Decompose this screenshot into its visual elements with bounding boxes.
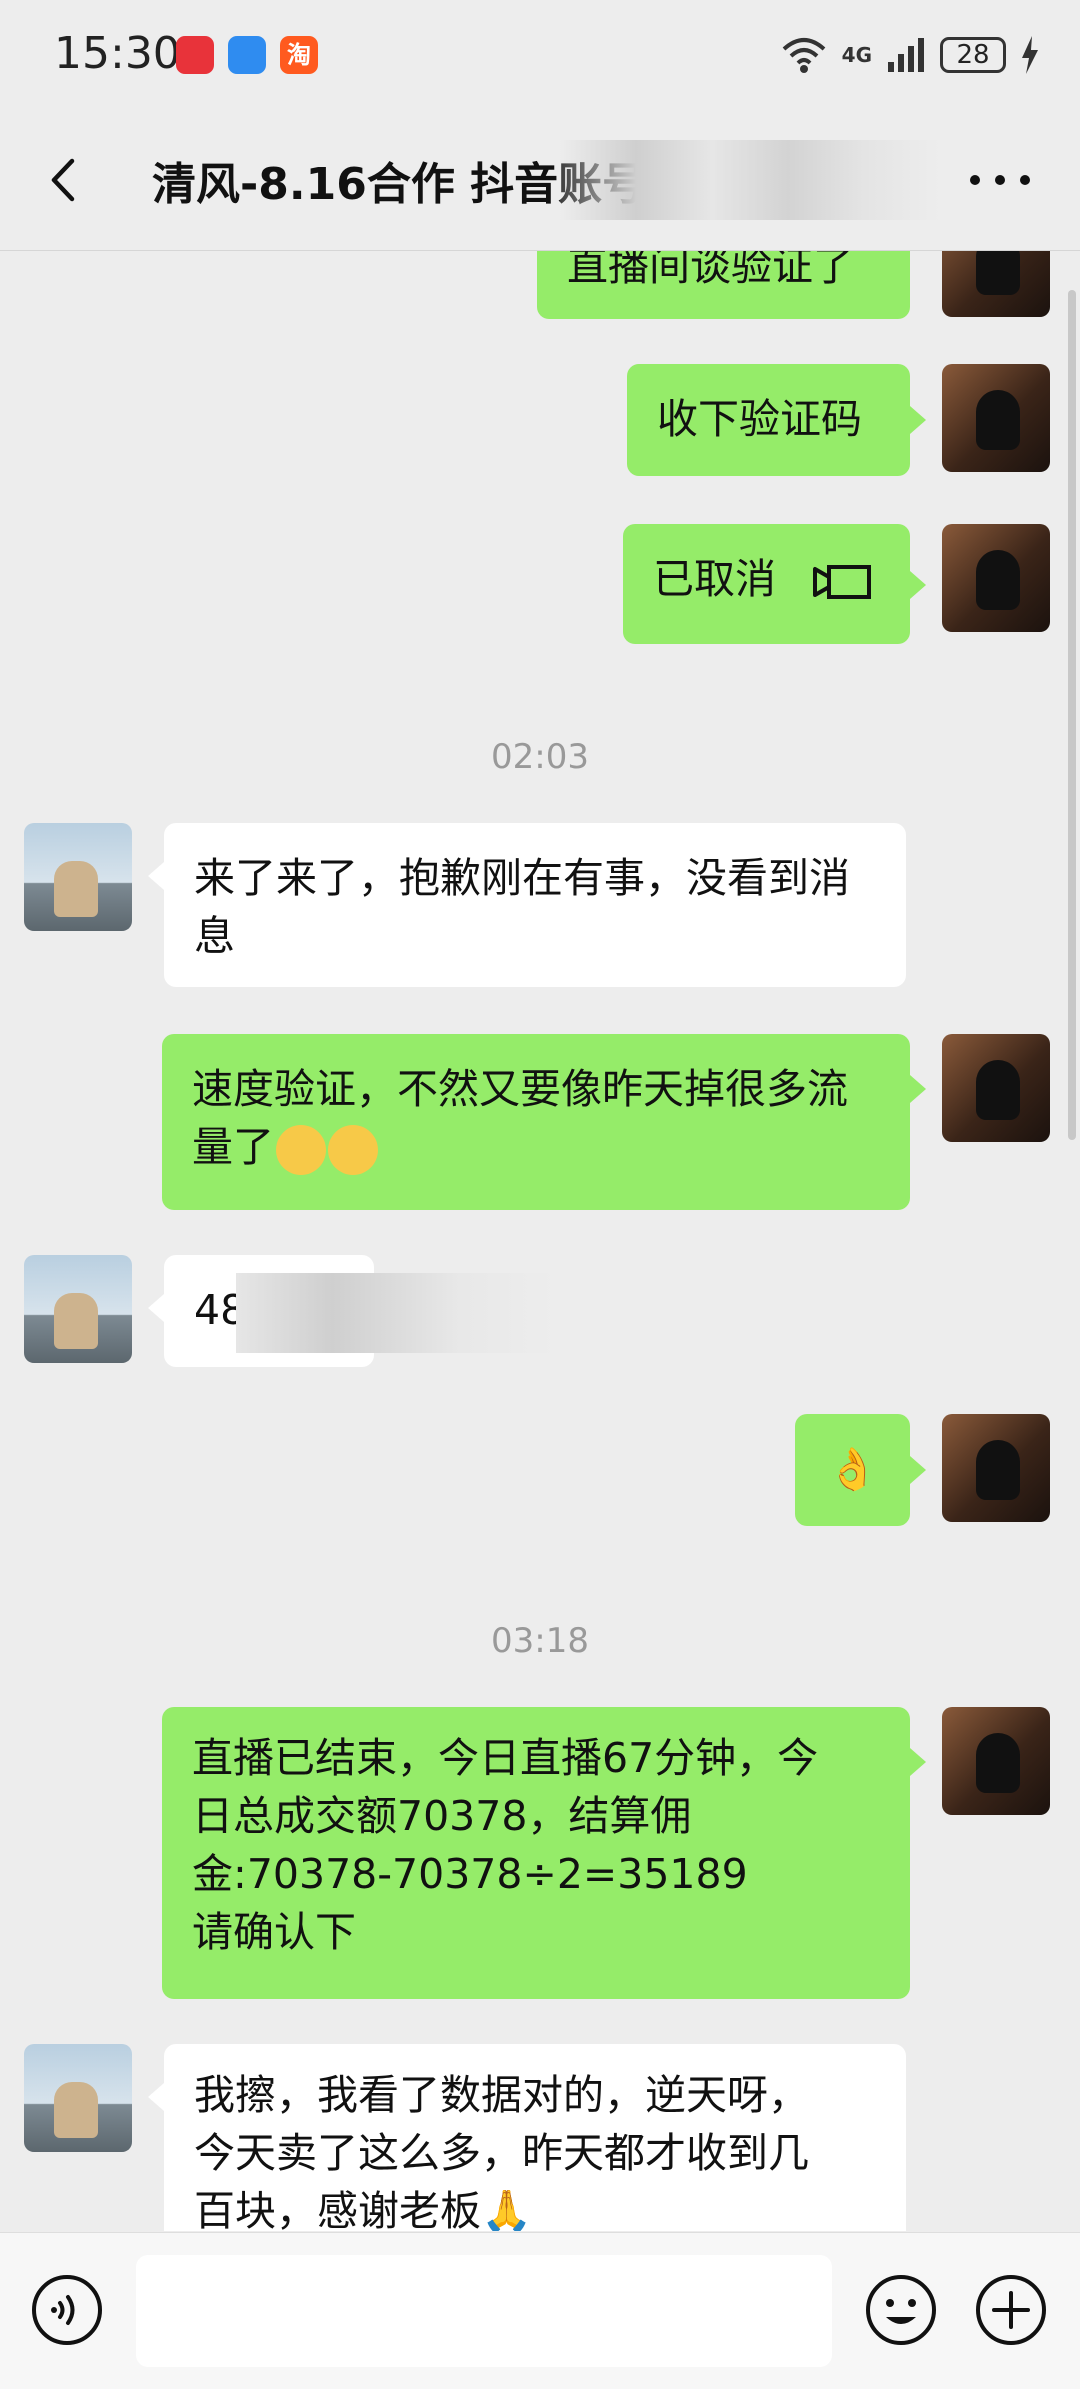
bubble-tail: [910, 406, 926, 434]
message-bubble-out[interactable]: 直播已结束，今日直播67分钟，今 日总成交额70378，结算佣 金:70378-…: [162, 1707, 910, 1999]
bubble-tail: [148, 2083, 164, 2111]
my-avatar[interactable]: [942, 1414, 1050, 1522]
smile-emoji-icon: [328, 1125, 378, 1175]
ok-hand-emoji: 👌: [826, 1445, 879, 1493]
bubble-tail: [910, 1075, 926, 1103]
my-avatar[interactable]: [942, 364, 1050, 472]
contact-avatar[interactable]: [24, 1255, 132, 1363]
wifi-icon: [782, 38, 825, 73]
message-bubble-out[interactable]: 直播间谈验证了: [537, 251, 910, 319]
message-bubble-in[interactable]: 我擦，我看了数据对的，逆天呀， 今天卖了这么多，昨天都才收到几 百块，感谢老板🙏: [164, 2044, 906, 2231]
message-text: 收下验证码: [657, 395, 862, 443]
redacted-region: [560, 140, 940, 220]
message-line: 日总成交额70378，结算佣: [192, 1792, 692, 1840]
bubble-tail: [148, 862, 164, 890]
message-line: 百块，感谢老板🙏: [194, 2187, 533, 2231]
network-type: 4G: [841, 43, 872, 67]
bubble-tail: [910, 1748, 926, 1776]
chat-messages[interactable]: 直播间谈验证了 收下验证码 已取消 02:03 来了来了，抱歉刚在有事，没看到消…: [0, 251, 1080, 2231]
message-text: 已取消: [653, 555, 776, 603]
smile-emoji-icon: [276, 1125, 326, 1175]
message-bubble-out[interactable]: 速度验证，不然又要像昨天掉很多流量了: [162, 1034, 910, 1210]
back-arrow-icon[interactable]: [40, 155, 90, 205]
my-avatar[interactable]: [942, 1707, 1050, 1815]
input-bar: [0, 2232, 1080, 2389]
emoji-icon[interactable]: [864, 2273, 938, 2347]
timestamp: 02:03: [491, 737, 589, 777]
my-avatar[interactable]: [942, 1034, 1050, 1142]
my-avatar[interactable]: [942, 251, 1050, 317]
message-input[interactable]: [136, 2255, 832, 2367]
message-line: 今天卖了这么多，昨天都才收到几: [194, 2129, 809, 2177]
bubble-tail: [148, 1294, 164, 1322]
voice-input-icon[interactable]: [30, 2273, 104, 2347]
message-line: 直播已结束，今日直播67分钟，今: [192, 1734, 819, 1782]
call-cancelled-bubble[interactable]: 已取消: [623, 524, 910, 644]
message-text: 来了来了，抱歉刚在有事，没看到消息: [194, 854, 850, 960]
message-line: 我擦，我看了数据对的，逆天呀，: [194, 2071, 809, 2119]
more-dots-icon[interactable]: [970, 160, 1030, 200]
message-line: 请确认下: [192, 1908, 356, 1956]
taobao-app-icon: 淘: [280, 36, 318, 74]
charging-bolt-icon: [1022, 36, 1038, 74]
bubble-tail: [910, 571, 926, 599]
timestamp: 03:18: [491, 1621, 589, 1661]
weather-app-icon: [228, 36, 266, 74]
plus-icon[interactable]: [974, 2273, 1048, 2347]
contact-avatar[interactable]: [24, 823, 132, 931]
signal-icon: [888, 38, 924, 72]
contact-avatar[interactable]: [24, 2044, 132, 2152]
message-line: 金:70378-70378÷2=35189: [192, 1850, 748, 1898]
my-avatar[interactable]: [942, 524, 1050, 632]
bubble-tail: [910, 1456, 926, 1484]
status-time: 15:30: [54, 28, 181, 79]
status-bar: 15:30 淘 4G 28: [0, 0, 1080, 110]
huawei-app-icon: [176, 36, 214, 74]
battery-level: 28: [940, 37, 1006, 73]
chat-header: 清风-8.16合作 抖音账号急...: [0, 110, 1080, 251]
video-call-icon: [813, 565, 872, 599]
message-text: 直播间谈验证了: [567, 251, 854, 290]
scrollbar[interactable]: [1068, 290, 1076, 1140]
message-bubble-out[interactable]: 收下验证码: [627, 364, 910, 476]
status-right: 4G 28: [780, 30, 1040, 80]
redacted-region: [236, 1273, 556, 1353]
message-bubble-in[interactable]: 来了来了，抱歉刚在有事，没看到消息: [164, 823, 906, 987]
message-bubble-out[interactable]: 👌: [795, 1414, 910, 1526]
